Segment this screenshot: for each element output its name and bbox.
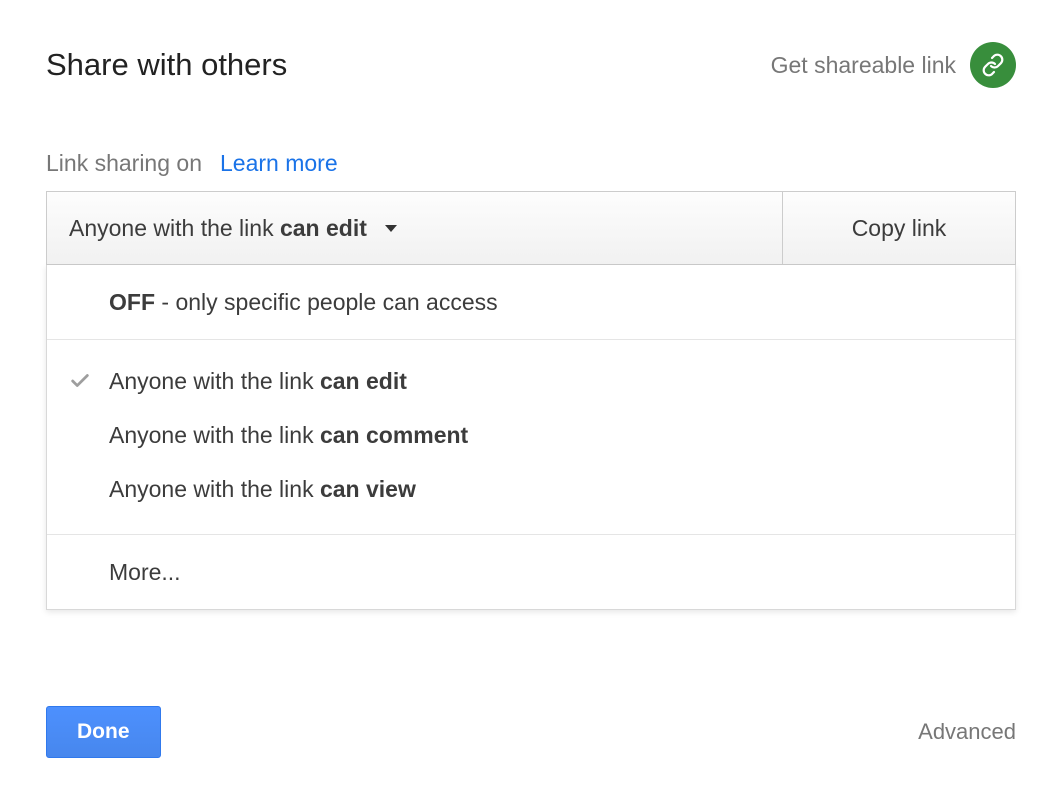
checkmark-icon bbox=[69, 370, 91, 392]
dialog-title: Share with others bbox=[46, 47, 287, 83]
learn-more-link[interactable]: Learn more bbox=[220, 150, 338, 177]
menu-item-label: Anyone with the link can comment bbox=[109, 422, 468, 449]
get-shareable-link-button[interactable]: Get shareable link bbox=[771, 42, 1016, 88]
advanced-link[interactable]: Advanced bbox=[918, 719, 1016, 745]
copy-link-button[interactable]: Copy link bbox=[783, 192, 1015, 264]
dialog-header: Share with others Get shareable link bbox=[46, 42, 1016, 88]
menu-item-label: Anyone with the link can edit bbox=[109, 368, 407, 395]
link-sharing-status: Link sharing on bbox=[46, 150, 202, 177]
menu-item-more[interactable]: More... bbox=[47, 535, 1015, 609]
share-dialog: Share with others Get shareable link Lin… bbox=[0, 0, 1062, 650]
caret-down-icon bbox=[385, 225, 397, 232]
dialog-footer: Done Advanced bbox=[46, 706, 1016, 758]
menu-item-label: More... bbox=[109, 559, 181, 586]
check-slot bbox=[69, 370, 109, 392]
menu-item-can-comment[interactable]: Anyone with the link can comment bbox=[47, 408, 1015, 462]
link-icon bbox=[970, 42, 1016, 88]
shareable-link-label: Get shareable link bbox=[771, 52, 956, 79]
link-permission-dropdown[interactable]: Anyone with the link can edit bbox=[47, 192, 783, 264]
dropdown-selected-label: Anyone with the link can edit bbox=[69, 215, 367, 242]
menu-group-link-options: Anyone with the link can edit Anyone wit… bbox=[47, 340, 1015, 534]
menu-item-label: Anyone with the link can view bbox=[109, 476, 416, 503]
menu-item-can-edit[interactable]: Anyone with the link can edit bbox=[47, 354, 1015, 408]
done-button[interactable]: Done bbox=[46, 706, 161, 758]
link-sharing-status-row: Link sharing on Learn more bbox=[46, 150, 1016, 177]
link-controls-row: Anyone with the link can edit Copy link bbox=[46, 191, 1016, 265]
menu-item-label: OFF - only specific people can access bbox=[109, 289, 498, 316]
permission-dropdown-menu: OFF - only specific people can access An… bbox=[46, 265, 1016, 610]
menu-item-off[interactable]: OFF - only specific people can access bbox=[47, 265, 1015, 339]
menu-item-can-view[interactable]: Anyone with the link can view bbox=[47, 462, 1015, 516]
